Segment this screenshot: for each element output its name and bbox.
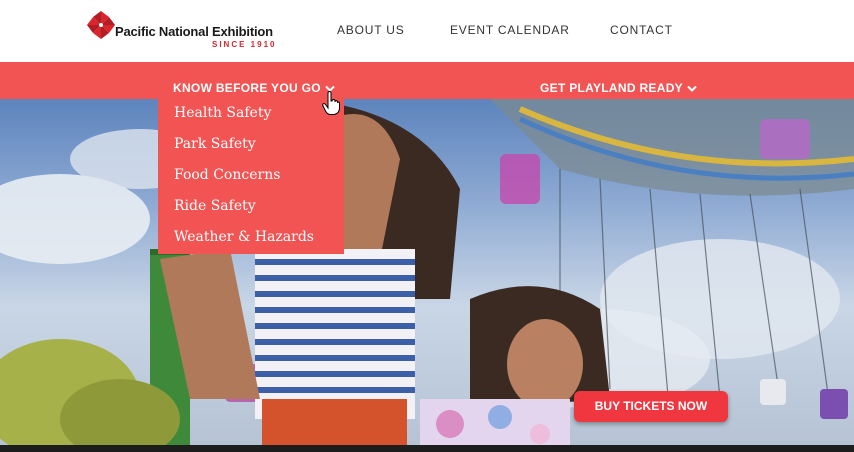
logo-title: Pacific National Exhibition — [115, 24, 273, 39]
subnav-get-playland-ready[interactable]: GET PLAYLAND READY — [540, 81, 697, 95]
buy-tickets-button[interactable]: BUY TICKETS NOW — [574, 391, 728, 422]
dropdown-item-park-safety[interactable]: Park Safety — [174, 136, 256, 152]
top-header: Pacific National Exhibition SINCE 1910 A… — [0, 0, 854, 62]
dropdown-item-food-concerns[interactable]: Food Concerns — [174, 167, 280, 183]
subnav-know-label: KNOW BEFORE YOU GO — [173, 81, 321, 95]
nav-contact[interactable]: CONTACT — [610, 23, 673, 37]
bottom-divider — [0, 445, 854, 452]
subnav-playland-label: GET PLAYLAND READY — [540, 81, 683, 95]
dropdown-item-ride-safety[interactable]: Ride Safety — [174, 198, 256, 214]
nav-about-us[interactable]: ABOUT US — [337, 23, 405, 37]
site-logo[interactable]: Pacific National Exhibition SINCE 1910 — [86, 10, 276, 52]
dropdown-item-weather-hazards[interactable]: Weather & Hazards — [174, 229, 314, 245]
sub-navigation: KNOW BEFORE YOU GO GET PLAYLAND READY — [0, 62, 854, 99]
dropdown-item-health-safety[interactable]: Health Safety — [174, 105, 271, 121]
know-before-dropdown-menu: Health Safety Park Safety Food Concerns … — [158, 99, 344, 254]
hand-pointer-cursor — [322, 91, 340, 115]
subnav-know-before-you-go[interactable]: KNOW BEFORE YOU GO — [173, 81, 335, 95]
nav-event-calendar[interactable]: EVENT CALENDAR — [450, 23, 570, 37]
logo-since: SINCE 1910 — [212, 40, 277, 49]
pinwheel-logo-icon — [87, 11, 115, 39]
chevron-down-icon — [687, 85, 697, 92]
